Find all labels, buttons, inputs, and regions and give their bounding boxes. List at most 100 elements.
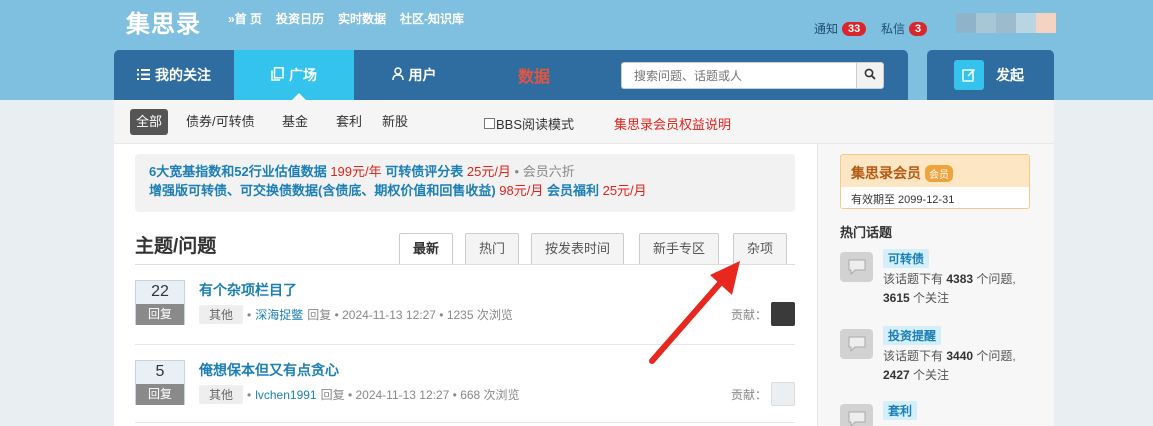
question-title-link[interactable]: 有个杂项栏目了 bbox=[199, 280, 297, 300]
member-card[interactable]: 集思录会员 会员 有效期至 2099-12-31 bbox=[840, 154, 1030, 209]
contributor-avatar[interactable] bbox=[771, 302, 795, 326]
promo-line-2: 增强版可转债、可交换债数据(含债底、期权价值和回售收益) 98元/月 会员福利 … bbox=[149, 181, 781, 200]
member-tag: 会员 bbox=[925, 164, 953, 182]
topic-description: 该话题下有 4383 个问题, 3615 个关注 bbox=[883, 270, 1043, 308]
reply-count: 22 bbox=[151, 283, 169, 300]
topic-name-link[interactable]: 可转债 bbox=[883, 249, 930, 268]
content-panel: 全部 债券/可转债 基金 套利 新股 BBS阅读模式 集思录会员权益说明 6大宽… bbox=[114, 100, 1054, 426]
tab-latest[interactable]: 最新 bbox=[399, 233, 454, 264]
dot-separator: • bbox=[247, 387, 252, 402]
tab-data-label: 数据 bbox=[517, 69, 550, 86]
question-meta-text: 回复 • 2024-11-13 12:27 • 1235 次浏览 bbox=[307, 308, 513, 322]
chat-bubble-icon[interactable] bbox=[840, 252, 873, 282]
bbs-mode-checkbox[interactable] bbox=[484, 118, 495, 129]
copy-icon bbox=[271, 66, 284, 84]
user-link[interactable]: 深海捉鳖 bbox=[255, 306, 303, 323]
topic-desc-text: 该话题下有 bbox=[883, 349, 947, 363]
member-card-title: 集思录会员 会员 bbox=[851, 163, 953, 183]
topic-desc-text: 个关注 bbox=[909, 291, 950, 305]
topic-follow-count: 2427 bbox=[883, 368, 910, 382]
tab-users[interactable]: 用户 bbox=[354, 50, 474, 100]
promo-bond-score-link[interactable]: 可转债评分表 bbox=[382, 164, 463, 179]
filter-ipo[interactable]: 新股 bbox=[376, 109, 414, 135]
topic-question-count: 3440 bbox=[946, 349, 974, 363]
question-title-link[interactable]: 俺想保本但又有点贪心 bbox=[199, 360, 339, 380]
bbs-mode-label: BBS阅读模式 bbox=[496, 117, 575, 132]
main-nav: 我的关注 广场 用户 数据 bbox=[114, 50, 908, 100]
topic-desc-text: 个关注 bbox=[909, 368, 950, 382]
topic-desc-text: 个问题, bbox=[973, 349, 1016, 363]
bbs-mode-toggle[interactable]: BBS阅读模式 bbox=[484, 114, 574, 133]
topic-desc-text: 该话题下有 bbox=[883, 272, 947, 286]
contributor-avatar[interactable] bbox=[771, 382, 795, 406]
reply-count-box: 22 回复 bbox=[135, 280, 185, 325]
section-title: 主题/问题 bbox=[135, 236, 217, 257]
filter-bonds[interactable]: 债券/可转债 bbox=[180, 109, 261, 135]
promo-price: 25元/月 bbox=[463, 164, 511, 179]
top-nav-home[interactable]: »首 页 bbox=[228, 10, 262, 27]
topic-name-link[interactable]: 套利 bbox=[883, 401, 918, 420]
reply-count-box: 5 回复 bbox=[135, 360, 185, 405]
promo-price: 25元/月 bbox=[598, 183, 647, 198]
member-title: 集思录会员 bbox=[851, 165, 921, 181]
top-bar: 集思录 »首 页 投资日历 实时数据 社区-知识库 通知 33 私信 3 我的关… bbox=[0, 0, 1153, 100]
post-button[interactable]: 发起 bbox=[927, 50, 1054, 100]
promo-index-data-link[interactable]: 6大宽基指数和52行业估值数据 bbox=[149, 164, 327, 179]
tab-users-label: 用户 bbox=[408, 67, 437, 83]
user-icon bbox=[391, 67, 404, 83]
top-nav-calendar[interactable]: 投资日历 bbox=[276, 10, 324, 27]
tab-hot[interactable]: 热门 bbox=[465, 233, 520, 264]
annotation-arrow bbox=[649, 261, 740, 364]
reply-label: 回复 bbox=[136, 384, 184, 405]
tab-square-label: 广场 bbox=[289, 67, 317, 83]
top-nav: »首 页 投资日历 实时数据 社区-知识库 bbox=[228, 10, 464, 27]
promo-enhanced-bond-link[interactable]: 增强版可转债、可交换债数据(含债底、期权价值和回售收益) bbox=[149, 183, 496, 198]
user-avatar[interactable] bbox=[956, 13, 1056, 33]
tab-square[interactable]: 广场 bbox=[234, 50, 354, 100]
tab-data[interactable]: 数据 bbox=[474, 50, 594, 100]
member-expiry: 有效期至 2099-12-31 bbox=[841, 187, 1029, 208]
topic-follow-count: 3615 bbox=[883, 291, 910, 305]
chat-bubble-icon[interactable] bbox=[840, 329, 873, 359]
hot-topics-title: 热门话题 bbox=[840, 225, 893, 240]
messages-badge: 3 bbox=[909, 21, 928, 36]
top-nav-realtime[interactable]: 实时数据 bbox=[338, 10, 386, 27]
edit-icon bbox=[954, 60, 984, 90]
tab-by-time[interactable]: 按发表时间 bbox=[531, 233, 625, 264]
active-tab-caret bbox=[292, 93, 306, 100]
notifications-badge: 33 bbox=[842, 21, 867, 36]
tab-my-follows-label: 我的关注 bbox=[155, 67, 211, 83]
filter-bar: 全部 债券/可转债 基金 套利 新股 BBS阅读模式 集思录会员权益说明 bbox=[114, 100, 1054, 144]
reply-label: 回复 bbox=[136, 304, 184, 325]
chat-bubble-icon[interactable] bbox=[840, 404, 873, 426]
promo-member-benefit-link[interactable]: 会员福利 bbox=[543, 183, 599, 198]
dot-separator: • bbox=[247, 307, 252, 322]
messages-link[interactable]: 私信 3 bbox=[881, 20, 928, 37]
promo-banner: 6大宽基指数和52行业估值数据 199元/年 可转债评分表 25元/月 • 会员… bbox=[135, 154, 795, 212]
list-icon bbox=[137, 67, 150, 83]
notifications-link[interactable]: 通知 33 bbox=[814, 20, 867, 37]
top-nav-community[interactable]: 社区-知识库 bbox=[400, 10, 464, 27]
member-rights-link[interactable]: 集思录会员权益说明 bbox=[614, 114, 731, 133]
contrib-label: 贡献： bbox=[730, 387, 767, 402]
category-tag[interactable]: 其他 bbox=[199, 385, 244, 404]
filter-arbitrage[interactable]: 套利 bbox=[330, 109, 368, 135]
sidebar: 集思录会员 会员 有效期至 2099-12-31 热门话题 可转债 该话题下有 … bbox=[817, 144, 1054, 426]
topic-question-count: 4383 bbox=[946, 272, 974, 286]
tab-my-follows[interactable]: 我的关注 bbox=[114, 50, 234, 100]
topic-description: 该话题下有 3440 个问题, 2427 个关注 bbox=[883, 347, 1043, 385]
row-divider bbox=[135, 422, 795, 423]
promo-price: 199元/年 bbox=[326, 164, 382, 179]
filter-all[interactable]: 全部 bbox=[130, 109, 169, 135]
topic-name-link[interactable]: 投资提醒 bbox=[883, 326, 942, 345]
search-input[interactable] bbox=[621, 62, 856, 89]
question-meta: 其他 • 深海捉鳖 回复 • 2024-11-13 12:27 • 1235 次… bbox=[199, 305, 513, 324]
search-button[interactable] bbox=[856, 62, 884, 89]
user-link[interactable]: lvchen1991 bbox=[255, 388, 316, 402]
site-logo[interactable]: 集思录 bbox=[126, 4, 201, 39]
messages-label: 私信 bbox=[881, 22, 906, 36]
category-tag[interactable]: 其他 bbox=[199, 305, 244, 324]
filter-funds[interactable]: 基金 bbox=[276, 109, 314, 135]
question-meta: 其他 • lvchen1991 回复 • 2024-11-13 12:27 • … bbox=[199, 385, 520, 404]
search-icon bbox=[864, 68, 876, 83]
